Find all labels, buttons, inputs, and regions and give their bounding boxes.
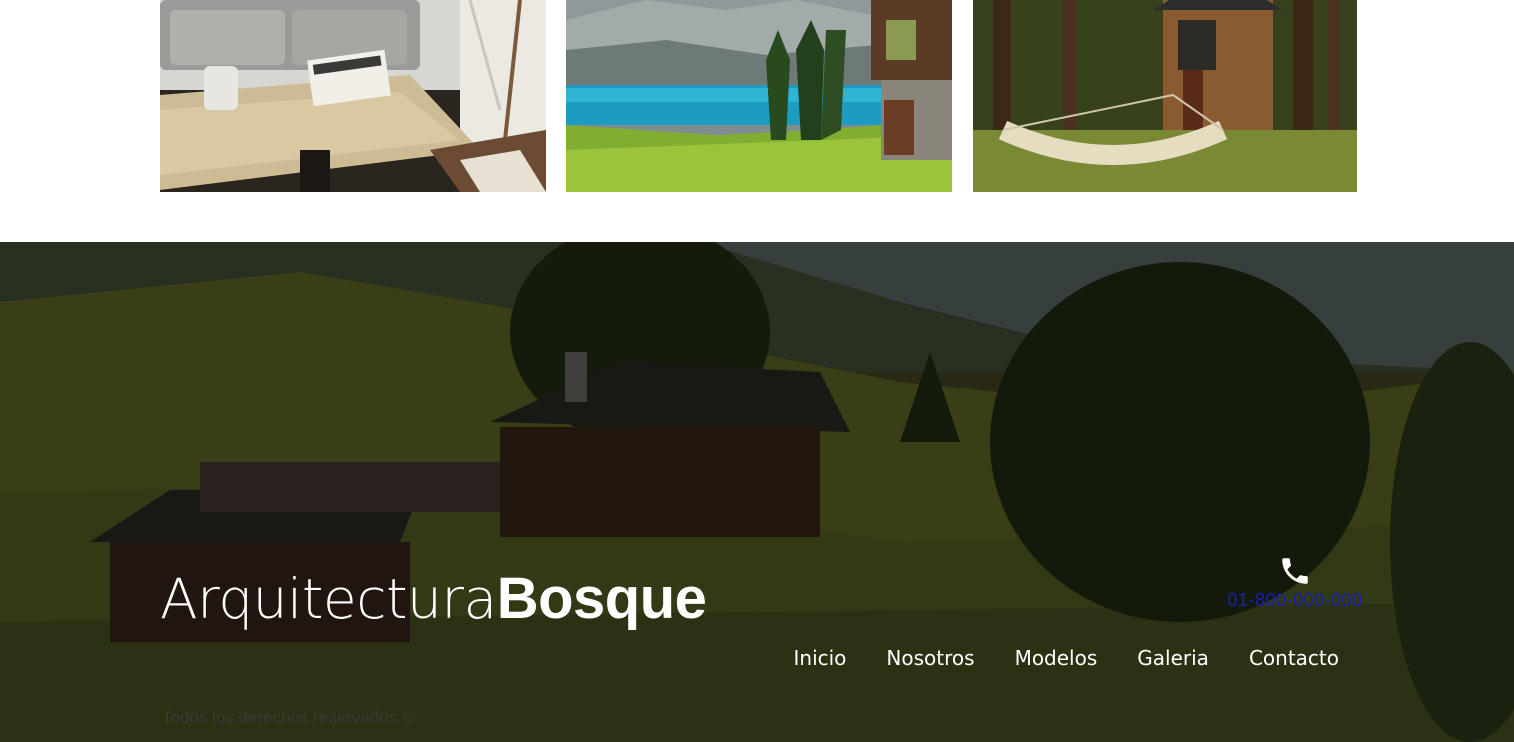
copyright-text: Todos los derechos reservados © <box>162 708 415 727</box>
gallery-image-forest-cabin[interactable] <box>973 0 1357 192</box>
phone-contact: 01-800-000-000 <box>1220 554 1370 611</box>
living-room-illustration <box>160 0 546 192</box>
nav-link-nosotros[interactable]: Nosotros <box>886 646 974 670</box>
mountain-lake-illustration <box>566 0 952 192</box>
footer-nav: Inicio Nosotros Modelos Galeria Contacto <box>794 646 1340 670</box>
nav-link-galeria[interactable]: Galeria <box>1137 646 1209 670</box>
gallery-strip <box>0 0 1514 242</box>
gallery-image-mountain-lake[interactable] <box>566 0 952 192</box>
site-footer: ArquitecturaBosque 01-800-000-000 Inicio… <box>0 242 1514 742</box>
logo-bold-text: Bosque <box>496 566 707 631</box>
nav-link-contacto[interactable]: Contacto <box>1249 646 1339 670</box>
phone-number-link[interactable]: 01-800-000-000 <box>1220 590 1370 611</box>
phone-icon <box>1282 558 1308 584</box>
logo-light-text: Arquitectura <box>160 567 497 631</box>
nav-link-modelos[interactable]: Modelos <box>1015 646 1098 670</box>
gallery-image-living-room[interactable] <box>160 0 546 192</box>
nav-link-inicio[interactable]: Inicio <box>794 646 847 670</box>
forest-cabin-illustration <box>973 0 1357 192</box>
footer-logo[interactable]: ArquitecturaBosque <box>160 567 707 631</box>
